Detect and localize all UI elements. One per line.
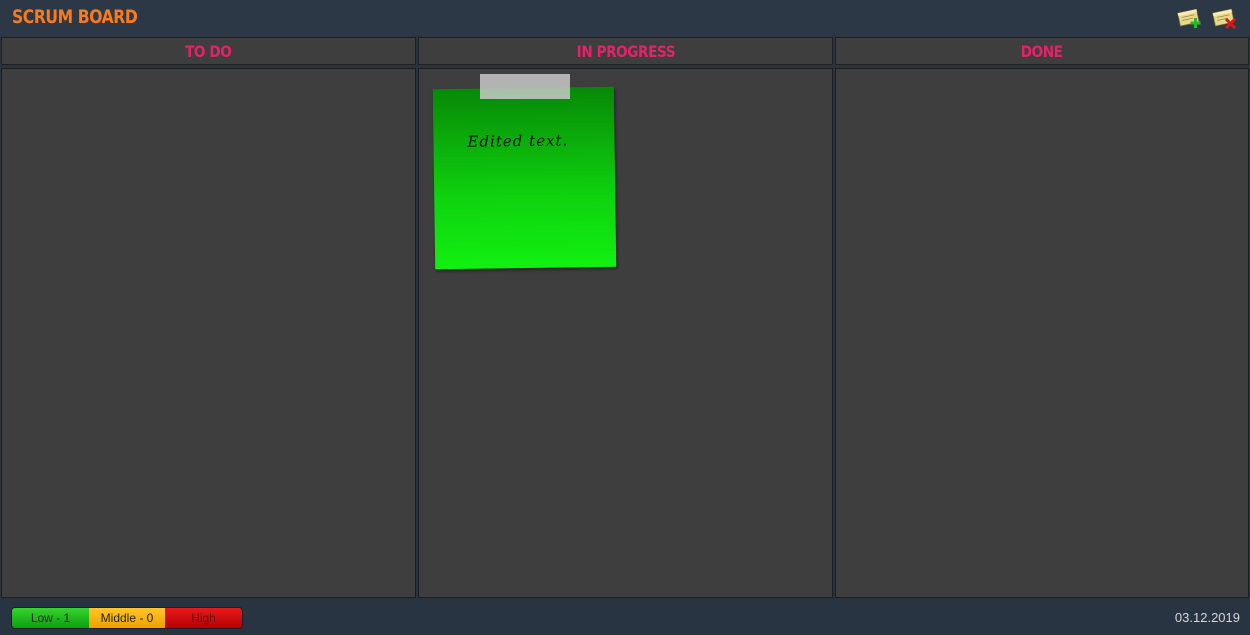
current-date: 03.12.2019 [1174,610,1240,625]
column-header-done: DONE [835,37,1249,65]
column-header-in-progress: IN PROGRESS [418,37,833,65]
sticky-note-text[interactable]: Edited text. [467,131,568,150]
column-todo[interactable] [1,68,416,598]
delete-note-icon [1212,8,1237,29]
sticky-note[interactable]: Edited text. [432,86,617,270]
priority-high-badge[interactable]: High [165,608,242,628]
column-done[interactable] [835,68,1249,598]
sticky-note-tape [480,74,570,99]
priority-legend: Low - 1 Middle - 0 High [12,608,242,628]
column-header-todo: TO DO [1,37,416,65]
add-note-button[interactable] [1177,7,1203,29]
add-note-icon [1177,8,1201,28]
delete-note-button[interactable] [1212,7,1238,29]
app-title: SCRUM BOARD [12,6,138,28]
priority-middle-badge[interactable]: Middle - 0 [89,608,165,628]
status-bar: Low - 1 Middle - 0 High 03.12.2019 [0,601,1250,635]
priority-low-badge[interactable]: Low - 1 [12,608,89,628]
top-bar: SCRUM BOARD [0,0,1250,36]
